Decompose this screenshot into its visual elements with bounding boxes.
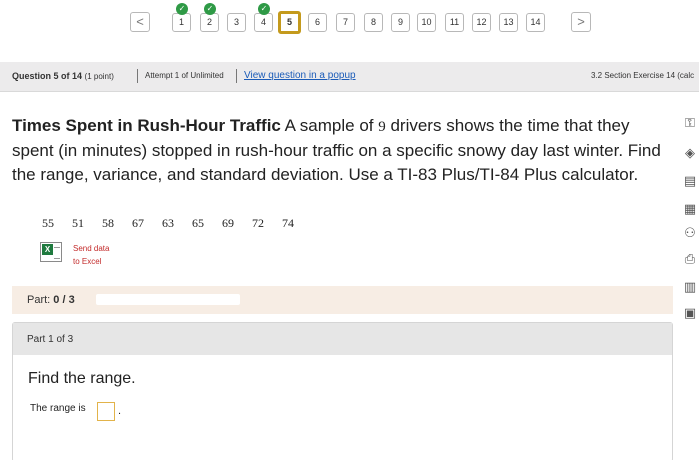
send-to-excel-label[interactable]: Send data to Excel	[73, 242, 109, 268]
data-value: 51	[72, 216, 84, 230]
question-number[interactable]: 9	[398, 17, 403, 27]
question-2-button[interactable]: 2 ✓	[200, 3, 219, 32]
key-icon[interactable]: ⚿	[681, 114, 699, 132]
question-number[interactable]: 5	[287, 17, 292, 27]
completed-check-icon: ✓	[176, 3, 188, 15]
data-value: 67	[132, 216, 144, 230]
question-number[interactable]: 7	[343, 17, 348, 27]
question-8-button[interactable]: 8	[364, 13, 383, 32]
part-progress: Part: 0 / 3	[12, 286, 673, 314]
data-value: 69	[222, 216, 234, 230]
completed-check-icon: ✓	[258, 3, 270, 15]
question-label: Question 5 of 14 (1 point)	[12, 71, 114, 81]
question-13-button[interactable]: 13	[499, 13, 518, 32]
data-value: 58	[102, 216, 114, 230]
question-11-button[interactable]: 11	[445, 13, 464, 32]
answer-suffix: .	[118, 405, 122, 417]
question-number[interactable]: 10	[421, 17, 431, 27]
data-value: 63	[162, 216, 174, 230]
range-answer-input[interactable]	[97, 402, 115, 421]
send-data-text[interactable]: Send data	[73, 242, 109, 255]
part-panel-header: Part 1 of 3	[13, 323, 672, 355]
data-value: 65	[192, 216, 204, 230]
question-number[interactable]: 11	[450, 17, 459, 27]
next-question-button[interactable]: >	[571, 12, 591, 32]
document-icon[interactable]: ▣	[681, 304, 699, 322]
data-value: 74	[282, 216, 294, 230]
answer-label: The range is	[30, 403, 86, 414]
question-title: Times Spent in Rush-Hour Traffic	[12, 116, 281, 135]
part-progress-label: Part: 0 / 3	[27, 294, 75, 306]
data-value: 72	[252, 216, 264, 230]
view-in-popup-link[interactable]: View question in a popup	[244, 70, 356, 81]
question-points: (1 point)	[84, 72, 114, 81]
question-body: Times Spent in Rush-Hour Traffic A sampl…	[12, 114, 672, 187]
progress-bar	[96, 294, 240, 305]
completed-check-icon: ✓	[204, 3, 216, 15]
question-header: Question 5 of 14 (1 point) Attempt 1 of …	[0, 62, 699, 92]
question-14-button[interactable]: 14	[526, 13, 545, 32]
question-number[interactable]: 4	[261, 17, 266, 27]
header-divider	[137, 69, 138, 83]
notes-icon[interactable]: ▤	[681, 172, 699, 190]
printer-icon[interactable]: ⎙	[681, 250, 699, 268]
part-prompt: Find the range.	[28, 370, 136, 387]
question-navigation: < 1 ✓ 2 ✓ 3 4 ✓ 5 6 7 8 9 10 11 12 13 14 >	[0, 0, 699, 60]
question-number[interactable]: 12	[476, 17, 486, 27]
question-5-button[interactable]: 5	[278, 11, 301, 34]
diamond-icon[interactable]: ◈	[681, 144, 699, 162]
people-icon[interactable]: ⚇	[681, 224, 699, 242]
part-panel-title: Part 1 of 3	[27, 334, 74, 345]
question-number[interactable]: 1	[179, 17, 184, 27]
question-6-button[interactable]: 6	[308, 13, 327, 32]
question-number[interactable]: 3	[234, 17, 239, 27]
sample-size: 9	[378, 119, 386, 135]
bar-chart-icon[interactable]: ▥	[681, 278, 699, 296]
calculator-icon[interactable]: ▦	[681, 200, 699, 218]
header-divider	[236, 69, 237, 83]
question-12-button[interactable]: 12	[472, 13, 491, 32]
section-label: 3.2 Section Exercise 14 (calc	[591, 71, 695, 80]
data-value: 55	[42, 216, 54, 230]
question-4-button[interactable]: 4 ✓	[254, 3, 273, 32]
excel-icon[interactable]: X	[40, 242, 62, 262]
part-panel: Part 1 of 3 Find the range. The range is…	[12, 322, 673, 460]
question-1-button[interactable]: 1 ✓	[172, 3, 191, 32]
app-root: < 1 ✓ 2 ✓ 3 4 ✓ 5 6 7 8 9 10 11 12 13 14 > Question 5 of…	[0, 0, 699, 460]
question-number[interactable]: 8	[371, 17, 376, 27]
question-3-button[interactable]: 3	[227, 13, 246, 32]
to-excel-text[interactable]: to Excel	[73, 255, 109, 268]
data-values: 55 51 58 67 63 65 69 72 74	[42, 216, 312, 231]
part-label-text: Part:	[27, 294, 51, 306]
question-10-button[interactable]: 10	[417, 13, 436, 32]
question-number-text: Question 5 of 14	[12, 71, 83, 81]
attempt-status: Attempt 1 of Unlimited	[145, 71, 224, 80]
question-number[interactable]: 14	[530, 17, 540, 27]
previous-question-button[interactable]: <	[130, 12, 150, 32]
question-7-button[interactable]: 7	[336, 13, 355, 32]
question-number[interactable]: 13	[503, 17, 513, 27]
question-number[interactable]: 2	[207, 17, 212, 27]
part-progress-count: 0 / 3	[53, 294, 75, 306]
question-9-button[interactable]: 9	[391, 13, 410, 32]
question-text-start: A sample of	[280, 116, 379, 135]
question-number[interactable]: 6	[315, 17, 320, 27]
